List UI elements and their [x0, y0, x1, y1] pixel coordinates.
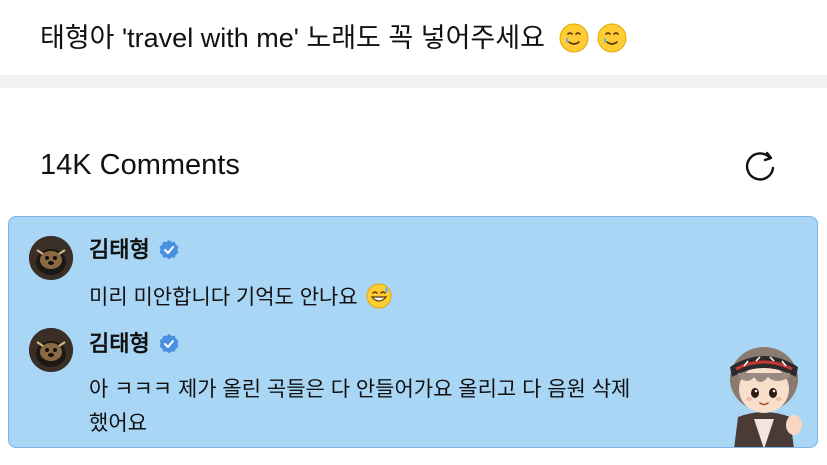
comment-text-content: 미리 미안합니다 기억도 안나요 [89, 286, 358, 309]
chibi-character-sticker-icon [730, 347, 802, 447]
verified-badge-icon [159, 334, 179, 354]
comment-author-row: 김태형 [89, 236, 180, 264]
smiling-face-with-tear-icon [559, 23, 589, 53]
comment-author-row: 김태형 [89, 330, 180, 358]
comment-text: 미리 미안합니다 기억도 안나요 [89, 281, 689, 315]
smiling-face-with-tear-icon [597, 23, 627, 53]
highlighted-comment-thread: 김태형 미리 미안합니다 기억도 안나요 김태형 아 ㅋㅋㅋ 제가 올린 곡들은… [8, 216, 818, 448]
avatar[interactable] [29, 328, 73, 372]
comment-text: 아 ㅋㅋㅋ 제가 올린 곡들은 다 안들어가요 올리고 다 음원 삭제 했어요 [89, 378, 631, 435]
post-text: 태형아 'travel with me' 노래도 꼭 넣어주세요 [40, 23, 545, 53]
section-divider [0, 75, 827, 88]
refresh-icon [745, 151, 775, 181]
grinning-face-with-sweat-icon [366, 283, 392, 309]
comment-author[interactable]: 김태형 [89, 236, 150, 264]
refresh-button[interactable] [738, 144, 782, 188]
comments-count: 14K Comments [40, 149, 240, 181]
post-page: 태형아 'travel with me' 노래도 꼭 넣어주세요 14K Com… [0, 0, 827, 465]
post-body: 태형아 'travel with me' 노래도 꼭 넣어주세요 [40, 18, 627, 58]
avatar[interactable] [29, 236, 73, 280]
comment-author[interactable]: 김태형 [89, 330, 150, 358]
verified-badge-icon [159, 240, 179, 260]
